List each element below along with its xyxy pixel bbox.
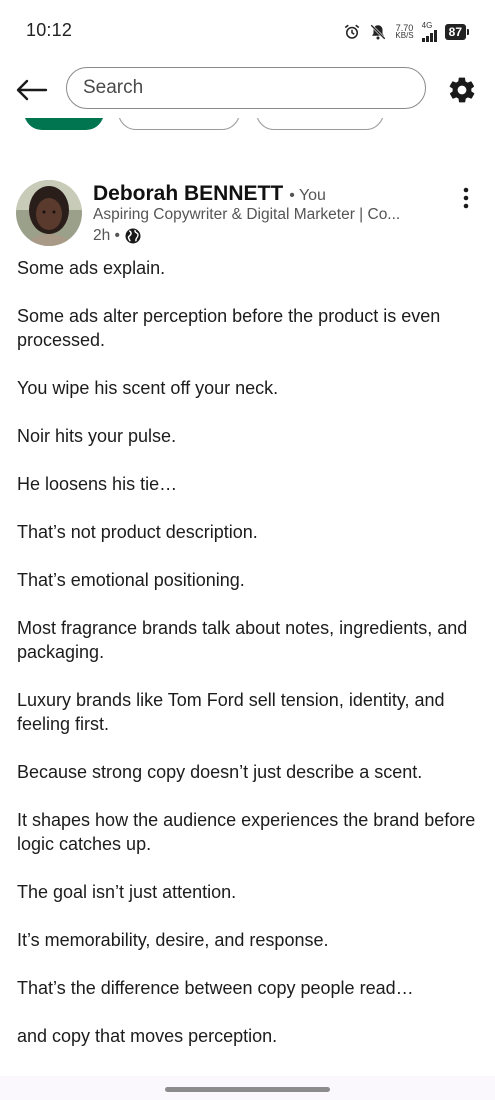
more-vertical-icon [463,187,469,209]
signal-bars-icon [421,30,437,42]
home-indicator[interactable] [165,1087,330,1092]
battery-icon: 87 [444,24,469,40]
post-paragraph: That’s emotional positioning. [17,570,245,590]
post-paragraph: The goal isn’t just attention. [17,882,237,902]
network-speed-unit: KB/S [395,31,414,40]
status-icons: 7.70 KB/S 4G 87 [343,20,469,44]
post-paragraph: He loosens his tie… [17,474,178,494]
filter-chip-active[interactable] [24,118,104,130]
battery-level: 87 [444,24,466,40]
post-paragraph: That’s not product description. [17,522,258,542]
post-paragraph: Most fragrance brands talk about notes, … [17,618,468,662]
notifications-off-icon [369,23,387,41]
post-time: 2h • [93,227,120,244]
cellular-signal: 4G [421,21,437,42]
alarm-icon [343,23,361,41]
post-paragraph: Some ads explain. [17,258,166,278]
author-relation: • You [289,187,326,204]
back-button[interactable] [14,72,50,108]
author-name[interactable]: Deborah BENNETT [93,182,283,205]
author-avatar[interactable] [16,180,82,246]
post-body: Some ads explain. Some ads alter percept… [17,256,479,1072]
post-paragraph: Luxury brands like Tom Ford sell tension… [17,690,445,734]
post-paragraph: Noir hits your pulse. [17,426,177,446]
author-name-line[interactable]: Deborah BENNETT • You [93,182,326,206]
status-time: 10:12 [26,20,73,40]
post-meta: 2h • [93,227,142,245]
network-speed: 7.70 KB/S [395,24,413,40]
post-more-button[interactable] [452,184,480,212]
settings-button[interactable] [444,72,480,108]
network-type: 4G [421,21,433,30]
post-paragraph: Some ads alter perception before the pro… [17,306,441,350]
search-header [0,62,495,118]
filter-chip[interactable] [256,118,384,130]
status-bar: 10:12 7.70 KB/S 4G 87 [0,0,495,60]
filter-chips-row [0,118,495,132]
filter-chip[interactable] [118,118,240,130]
post-paragraph: It shapes how the audience experiences t… [17,810,476,854]
post-paragraph: You wipe his scent off your neck. [17,378,279,398]
post-paragraph: It’s memorability, desire, and response. [17,930,329,950]
post-header: Deborah BENNETT • You Aspiring Copywriter… [0,178,495,248]
post-paragraph: Because strong copy doesn’t just describ… [17,762,423,782]
author-headline: Aspiring Copywriter & Digital Marketer |… [93,206,401,223]
back-arrow-icon [16,79,48,101]
globe-icon [125,228,141,244]
post-paragraph: That’s the difference between copy peopl… [17,978,414,998]
post-paragraph: and copy that moves perception. [17,1026,278,1046]
search-input[interactable] [66,67,426,109]
gear-icon [449,77,475,103]
